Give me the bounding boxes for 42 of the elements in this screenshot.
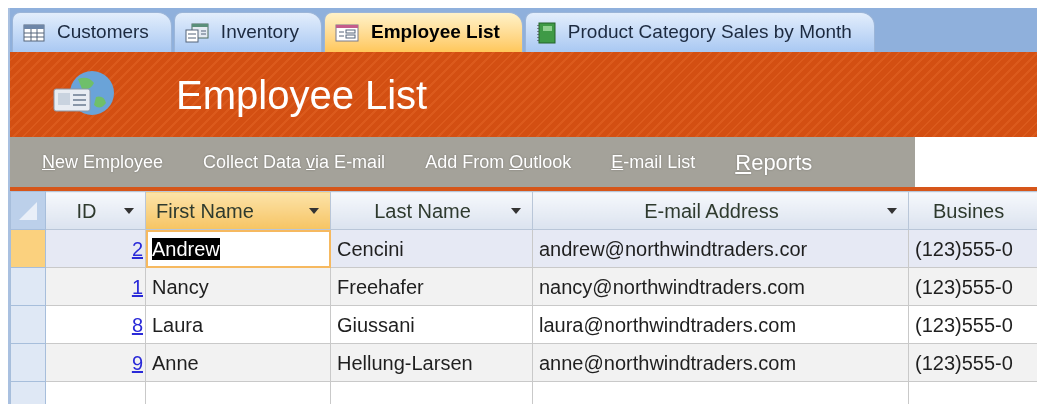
dropdown-arrow-icon[interactable] — [510, 206, 522, 215]
book-icon — [535, 21, 556, 44]
selected-cell-text: Andrew — [152, 237, 220, 260]
cell-text: (123)555-0 — [915, 351, 1013, 374]
column-header[interactable]: First Name — [145, 191, 331, 230]
cell-text: Nancy — [152, 275, 209, 298]
header-title: Employee List — [176, 74, 428, 115]
id-link[interactable]: 9 — [131, 351, 143, 374]
column-header[interactable]: Busines — [908, 191, 1037, 230]
tab[interactable]: Product Category Sales by Month — [524, 12, 875, 52]
id-link[interactable]: 1 — [131, 275, 143, 298]
cell-text: (123)555-0 — [915, 313, 1013, 336]
dropdown-arrow-icon[interactable] — [123, 206, 135, 215]
cell-text: andrew@northwindtraders.cor — [539, 237, 808, 260]
cell-text: (123)555-0 — [915, 275, 1013, 298]
row-selector[interactable] — [10, 229, 46, 268]
id-link[interactable]: 2 — [131, 237, 143, 260]
tab[interactable]: Inventory — [173, 12, 322, 52]
cell-text: Anne — [152, 351, 199, 374]
dropdown-arrow-icon[interactable] — [886, 206, 898, 215]
table-icon — [23, 23, 45, 42]
tab[interactable]: Employee List — [324, 12, 523, 52]
row-selector[interactable] — [10, 305, 46, 344]
row-selector[interactable] — [10, 267, 46, 306]
cell-text: laura@northwindtraders.com — [539, 313, 797, 336]
cell-text: Laura — [152, 313, 204, 336]
cell-text: Giussani — [337, 313, 415, 336]
form-icon — [335, 23, 359, 42]
row-selector[interactable] — [10, 343, 46, 382]
column-header[interactable]: E-mail Address — [532, 191, 909, 230]
cell-text: (123)555-0 — [915, 237, 1013, 260]
cell-text: anne@northwindtraders.com — [539, 351, 797, 374]
id-link[interactable]: 8 — [131, 313, 143, 336]
cell-text: Cencini — [337, 237, 404, 260]
dropdown-arrow-icon[interactable] — [308, 206, 320, 215]
cell-text: Hellung-Larsen — [337, 351, 473, 374]
column-header[interactable]: ID — [45, 191, 146, 230]
tab[interactable]: Customers — [12, 12, 172, 52]
cell-text: Freehafer — [337, 275, 424, 298]
column-header[interactable]: Last Name — [330, 191, 533, 230]
cell-text: nancy@northwindtraders.com — [539, 275, 805, 298]
form-icon — [184, 22, 209, 43]
